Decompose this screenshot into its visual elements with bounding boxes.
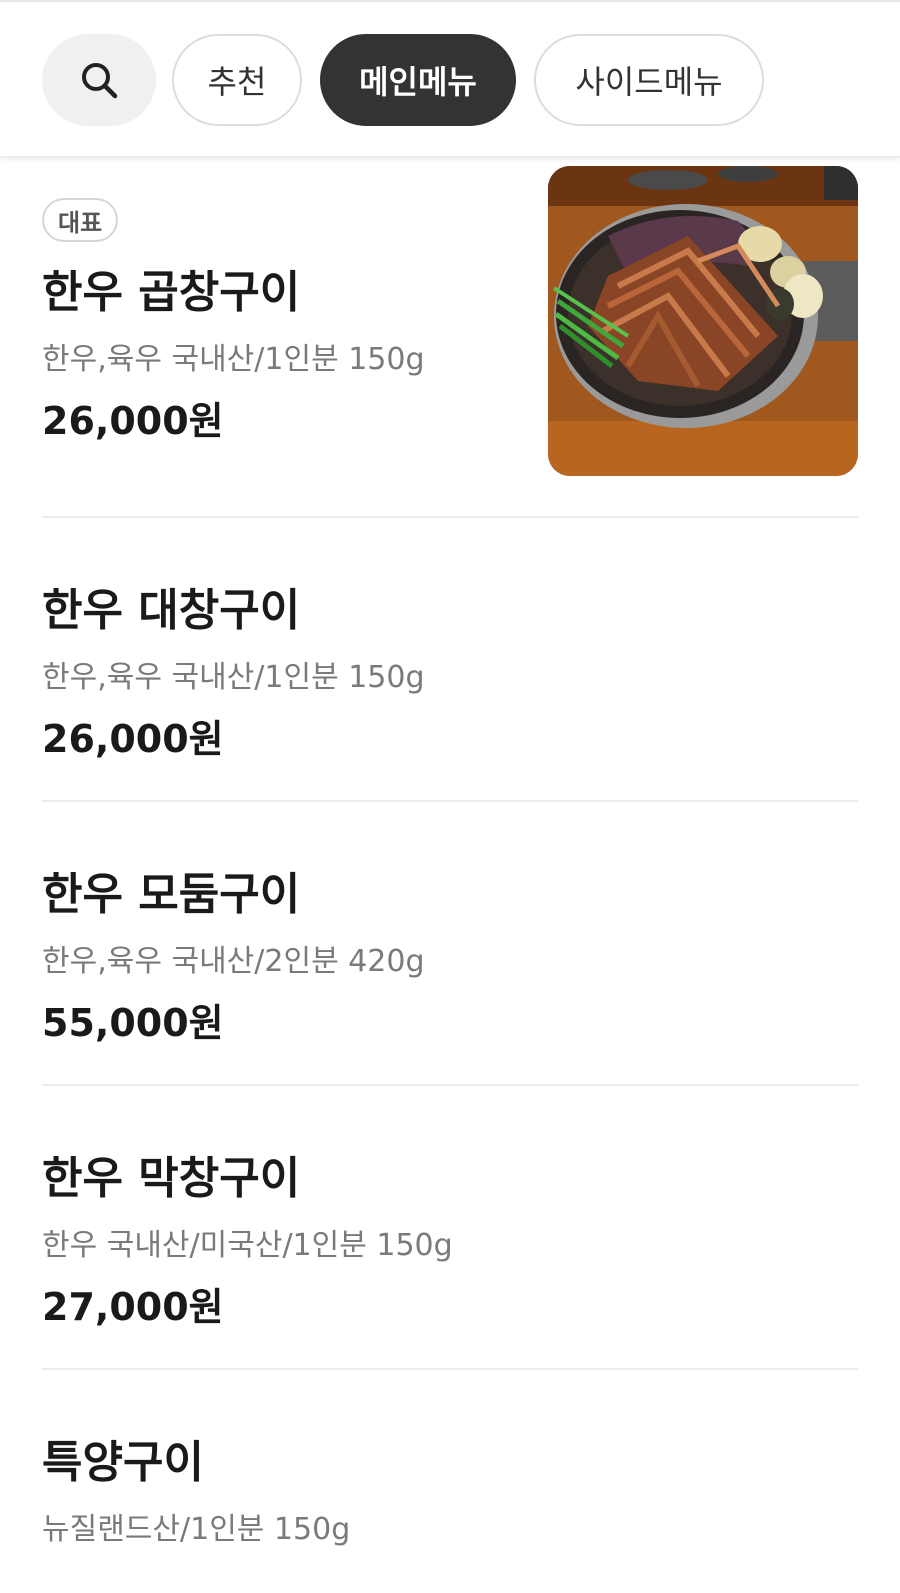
tab-side-menu[interactable]: 사이드메뉴 <box>534 34 764 126</box>
menu-item-price: 26,000원 <box>42 399 224 443</box>
menu-item-description: 한우 국내산/미국산/1인분 150g <box>42 1228 453 1263</box>
tab-recommended[interactable]: 추천 <box>172 34 302 126</box>
menu-item-price: 55,000원 <box>42 1001 224 1045</box>
menu-item-name: 한우 모둠구이 <box>42 869 301 920</box>
menu-item[interactable]: 특양구이 뉴질랜드산/1인분 150g <box>42 1370 858 1570</box>
menu-item-description: 한우,육우 국내산/2인분 420g <box>42 944 425 979</box>
menu-item-price: 27,000원 <box>42 1285 224 1329</box>
signature-badge: 대표 <box>42 198 119 242</box>
menu-item-photo[interactable] <box>548 166 858 476</box>
search-icon <box>79 60 119 100</box>
menu-item-description: 한우,육우 국내산/1인분 150g <box>42 660 425 695</box>
menu-item-name: 특양구이 <box>42 1437 204 1488</box>
menu-item[interactable]: 대표 한우 곱창구이 한우,육우 국내산/1인분 150g 26,000원 <box>42 158 858 518</box>
menu-item-description: 한우,육우 국내산/1인분 150g <box>42 342 425 377</box>
menu-item[interactable]: 한우 대창구이 한우,육우 국내산/1인분 150g 26,000원 <box>42 518 858 802</box>
menu-item-description: 뉴질랜드산/1인분 150g <box>42 1512 351 1547</box>
tab-main-menu[interactable]: 메인메뉴 <box>320 34 516 126</box>
menu-list: 대표 한우 곱창구이 한우,육우 국내산/1인분 150g 26,000원 한우… <box>0 158 900 1570</box>
category-tabbar: 추천 메인메뉴 사이드메뉴 <box>0 2 900 158</box>
menu-item-name: 한우 막창구이 <box>42 1153 301 1204</box>
menu-item-price: 26,000원 <box>42 717 224 761</box>
menu-item-name: 한우 대창구이 <box>42 585 301 636</box>
search-button[interactable] <box>42 34 156 126</box>
menu-item-name: 한우 곱창구이 <box>42 267 301 318</box>
menu-item[interactable]: 한우 막창구이 한우 국내산/미국산/1인분 150g 27,000원 <box>42 1086 858 1370</box>
menu-item[interactable]: 한우 모둠구이 한우,육우 국내산/2인분 420g 55,000원 <box>42 802 858 1086</box>
